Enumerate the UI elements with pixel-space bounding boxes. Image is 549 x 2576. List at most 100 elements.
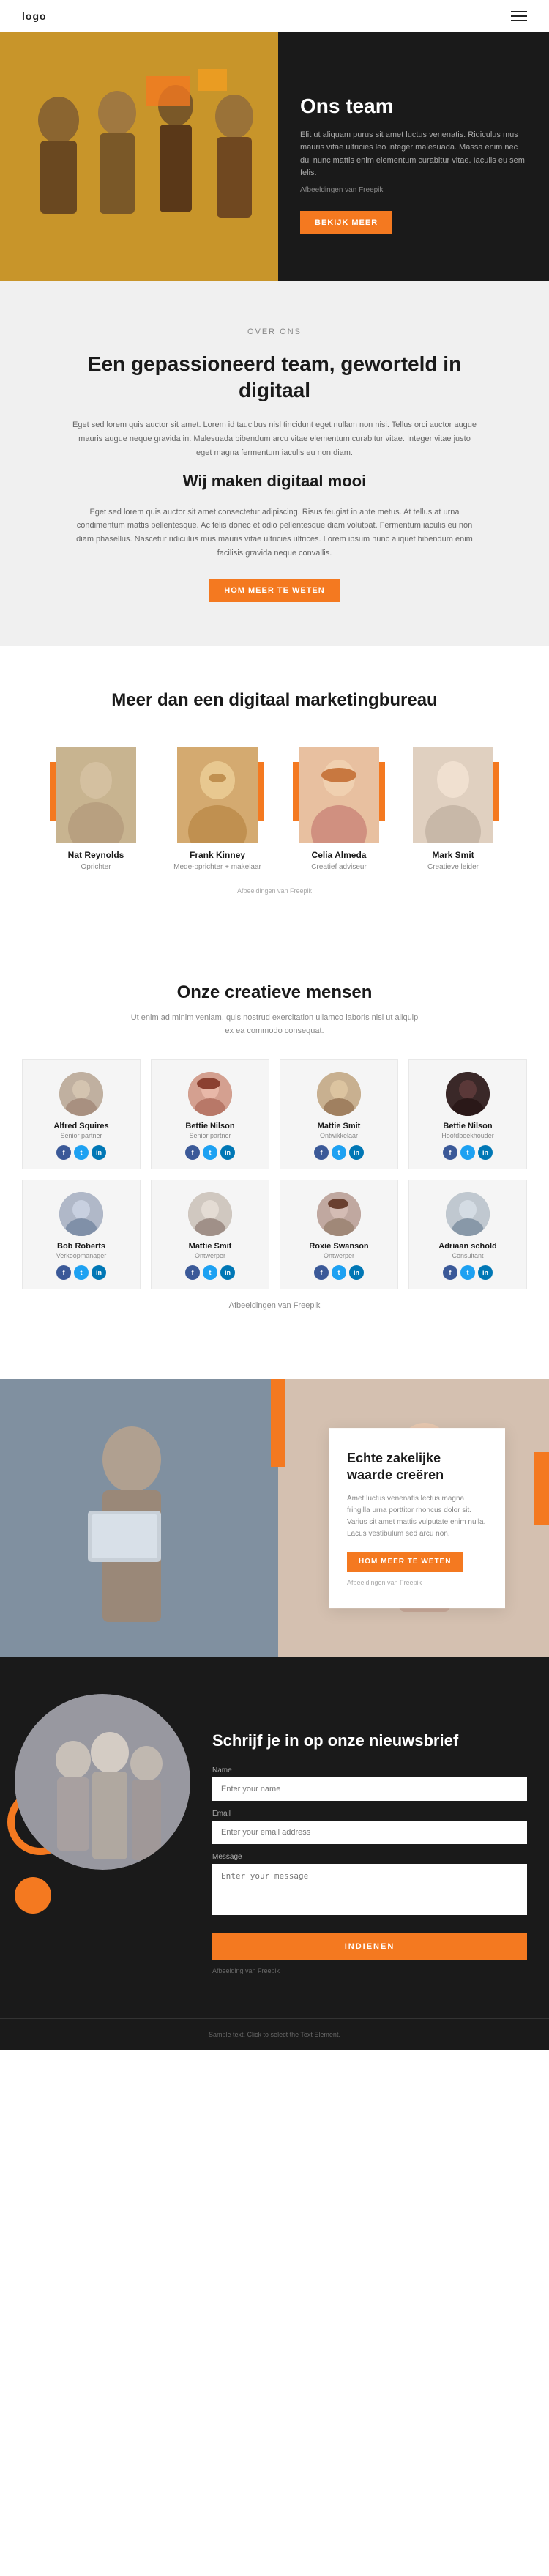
value-credit: Afbeeldingen van Freepik (347, 1579, 488, 1586)
main-team-credit: Afbeeldingen van Freepik (29, 887, 520, 895)
about-section: Over ons Een gepassioneerd team, geworte… (0, 281, 549, 646)
linkedin-icon[interactable]: in (92, 1265, 106, 1280)
name-label: Name (212, 1766, 527, 1774)
about-label: Over ons (70, 325, 479, 339)
facebook-icon[interactable]: f (185, 1145, 200, 1160)
creative-heading: Onze creatieve mensen (22, 982, 527, 1003)
name-input[interactable] (212, 1777, 527, 1801)
creative-card-bettie: Bettie Nilson Senior partner f t in (151, 1059, 269, 1169)
creative-name: Roxie Swanson (288, 1242, 390, 1251)
name-field-group: Name (212, 1766, 527, 1801)
hero-credit: Afbeeldingen van Freepik (300, 185, 527, 196)
creative-role: Ontwerper (159, 1252, 261, 1259)
creative-name: Bettie Nilson (417, 1122, 519, 1130)
linkedin-icon[interactable]: in (349, 1145, 364, 1160)
facebook-icon[interactable]: f (314, 1265, 329, 1280)
value-body: Amet luctus venenatis lectus magna fring… (347, 1493, 488, 1540)
member-role: Mede-oprichter + makelaar (159, 863, 276, 871)
logo[interactable]: logo (22, 10, 47, 22)
creative-card-bettie2: Bettie Nilson Hoofdboekhouder f t in (408, 1059, 527, 1169)
creative-body: Ut enim ad minim veniam, quis nostrud ex… (128, 1012, 421, 1037)
message-field-group: Message (212, 1853, 527, 1919)
creative-card-mattie: Mattie Smit Ontwikkelaar f t in (280, 1059, 398, 1169)
footer-text: Sample text. Click to select the Text El… (22, 2031, 527, 2038)
member-name: Mark Smit (402, 850, 504, 860)
message-input[interactable] (212, 1864, 527, 1915)
creative-card-alfred: Alfred Squires Senior partner f t in (22, 1059, 141, 1169)
newsletter-credit: Afbeelding van Freepik (212, 1967, 527, 1974)
creative-section: Onze creatieve mensen Ut enim ad minim v… (0, 939, 549, 1379)
creative-name: Mattie Smit (159, 1242, 261, 1251)
hero-section: Ons team Elit ut aliquam purus sit amet … (0, 32, 549, 281)
about-body1: Eget sed lorem quis auctor sit amet. Lor… (70, 418, 479, 459)
value-cta-button[interactable]: HOM MEER TE WETEN (347, 1552, 463, 1572)
team-member-nat: Nat Reynolds Oprichter (45, 747, 147, 871)
creative-name: Bob Roberts (30, 1242, 132, 1251)
creative-role: Verkoopmanager (30, 1252, 132, 1259)
main-team-heading: Meer dan een digitaal marketingbureau (29, 690, 520, 711)
creative-card-mattie2: Mattie Smit Ontwerper f t in (151, 1180, 269, 1289)
value-bg-left (0, 1379, 278, 1657)
twitter-icon[interactable]: t (203, 1145, 217, 1160)
main-team-section: Meer dan een digitaal marketingbureau Na… (0, 646, 549, 939)
hero-cta-button[interactable]: BEKIJK MEER (300, 211, 392, 234)
newsletter-section: Schrijf je in op onze nieuwsbrief Name E… (0, 1657, 549, 2018)
facebook-icon[interactable]: f (443, 1145, 458, 1160)
hero-title: Ons team (300, 94, 527, 119)
creative-role: Senior partner (159, 1132, 261, 1139)
newsletter-image (15, 1694, 190, 1870)
twitter-icon[interactable]: t (74, 1265, 89, 1280)
email-label: Email (212, 1810, 527, 1818)
creative-credit: Afbeeldingen van Freepik (128, 1300, 421, 1313)
twitter-icon[interactable]: t (332, 1265, 346, 1280)
navbar: logo (0, 0, 549, 32)
member-name: Nat Reynolds (45, 850, 147, 860)
value-heading: Echte zakelijke waarde creëren (347, 1450, 488, 1484)
twitter-icon[interactable]: t (460, 1265, 475, 1280)
footer: Sample text. Click to select the Text El… (0, 2018, 549, 2050)
value-section: Echte zakelijke waarde creëren Amet luct… (0, 1379, 549, 1657)
member-role: Creatief adviseur (288, 863, 390, 871)
facebook-icon[interactable]: f (443, 1265, 458, 1280)
hero-body: Elit ut aliquam purus sit amet luctus ve… (300, 129, 527, 180)
message-label: Message (212, 1853, 527, 1861)
linkedin-icon[interactable]: in (478, 1265, 493, 1280)
twitter-icon[interactable]: t (332, 1145, 346, 1160)
facebook-icon[interactable]: f (56, 1145, 71, 1160)
value-card: Echte zakelijke waarde creëren Amet luct… (329, 1428, 505, 1608)
twitter-icon[interactable]: t (74, 1145, 89, 1160)
email-field-group: Email (212, 1810, 527, 1844)
team-member-frank: Frank Kinney Mede-oprichter + makelaar (159, 747, 276, 871)
linkedin-icon[interactable]: in (220, 1145, 235, 1160)
team-member-celia: Celia Almeda Creatief adviseur (288, 747, 390, 871)
facebook-icon[interactable]: f (314, 1145, 329, 1160)
creative-name: Adriaan schold (417, 1242, 519, 1251)
linkedin-icon[interactable]: in (92, 1145, 106, 1160)
hero-image-left (0, 32, 278, 281)
about-body2: Eget sed lorem quis auctor sit amet cons… (70, 506, 479, 560)
creative-role: Hoofdboekhouder (417, 1132, 519, 1139)
hamburger-menu[interactable] (511, 11, 527, 21)
linkedin-icon[interactable]: in (349, 1265, 364, 1280)
member-name: Celia Almeda (288, 850, 390, 860)
facebook-icon[interactable]: f (56, 1265, 71, 1280)
email-input[interactable] (212, 1821, 527, 1844)
linkedin-icon[interactable]: in (478, 1145, 493, 1160)
facebook-icon[interactable]: f (185, 1265, 200, 1280)
member-name: Frank Kinney (159, 850, 276, 860)
newsletter-heading: Schrijf je in op onze nieuwsbrief (212, 1731, 527, 1752)
creative-card-adriaan: Adriaan schold Consultant f t in (408, 1180, 527, 1289)
submit-button[interactable]: INDIENEN (212, 1933, 527, 1960)
member-role: Creatieve leider (402, 863, 504, 871)
creative-role: Consultant (417, 1252, 519, 1259)
about-subheading: Wij maken digitaal mooi (59, 472, 490, 491)
creative-name: Mattie Smit (288, 1122, 390, 1130)
linkedin-icon[interactable]: in (220, 1265, 235, 1280)
creative-grid-row1: Alfred Squires Senior partner f t in Bet… (22, 1059, 527, 1169)
twitter-icon[interactable]: t (460, 1145, 475, 1160)
about-cta-button[interactable]: HOM MEER TE WETEN (209, 579, 339, 602)
member-role: Oprichter (45, 863, 147, 871)
about-heading: Een gepassioneerd team, geworteld in dig… (59, 351, 490, 404)
twitter-icon[interactable]: t (203, 1265, 217, 1280)
team-member-mark: Mark Smit Creatieve leider (402, 747, 504, 871)
